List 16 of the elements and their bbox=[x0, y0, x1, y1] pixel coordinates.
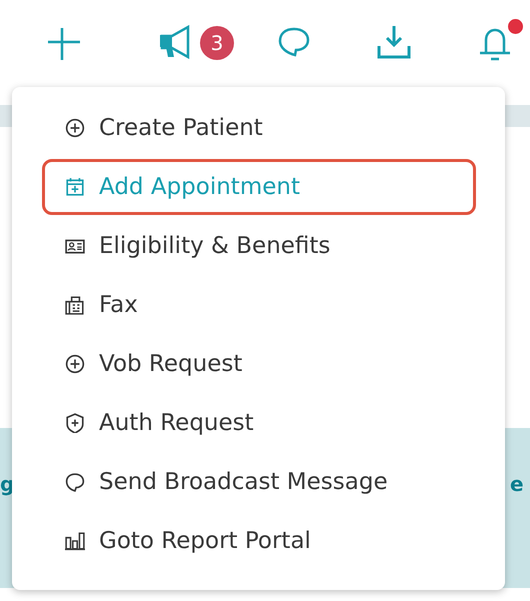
bar-chart-icon bbox=[65, 531, 85, 551]
menu-item[interactable]: Send Broadcast Message bbox=[42, 454, 476, 510]
menu-item[interactable]: Goto Report Portal bbox=[42, 513, 476, 569]
menu-item[interactable]: Create Patient bbox=[42, 100, 476, 156]
add-circle-icon bbox=[65, 118, 85, 138]
menu-item[interactable]: Vob Request bbox=[42, 336, 476, 392]
menu-item[interactable]: Auth Request bbox=[42, 395, 476, 451]
count-badge: 3 bbox=[200, 26, 234, 60]
fax-icon bbox=[65, 295, 85, 315]
banner-text: e bbox=[510, 472, 524, 496]
menu-item[interactable]: Eligibility & Benefits bbox=[42, 218, 476, 274]
menu-item[interactable]: Fax bbox=[42, 277, 476, 333]
calendar-icon bbox=[65, 177, 85, 197]
chat-icon bbox=[65, 472, 85, 492]
shield-icon bbox=[65, 413, 85, 433]
add-circle-icon bbox=[65, 354, 85, 374]
